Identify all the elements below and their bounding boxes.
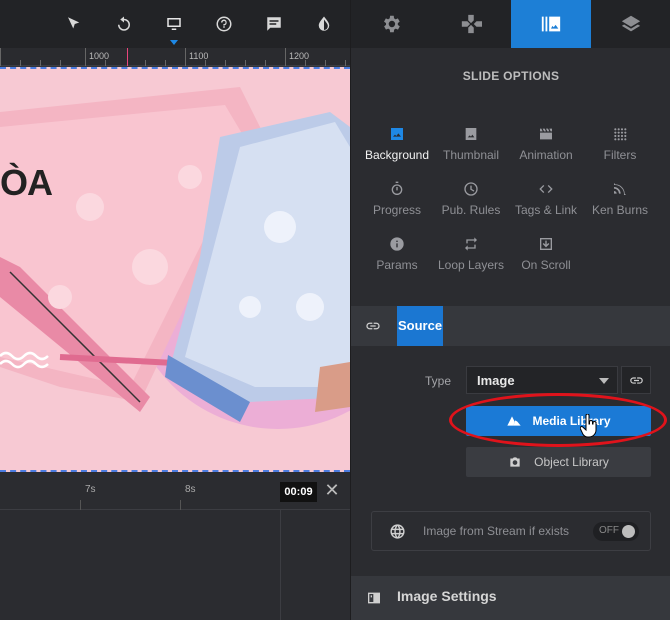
- gear-icon[interactable]: [351, 0, 431, 48]
- link-icon[interactable]: [621, 366, 651, 394]
- option-params[interactable]: Params: [359, 228, 435, 278]
- source-tab-label[interactable]: Source: [397, 306, 444, 346]
- option-pub-rules[interactable]: Pub. Rules: [433, 173, 509, 223]
- product-image: [0, 87, 350, 422]
- type-select[interactable]: Image: [466, 366, 618, 394]
- option-ken-burns[interactable]: Ken Burns: [582, 173, 658, 223]
- gamepad-icon[interactable]: [431, 0, 511, 48]
- source-section-header[interactable]: Source: [351, 306, 670, 346]
- toggle-state: OFF: [599, 525, 619, 536]
- toggle-knob: [622, 525, 635, 538]
- timeline-header: 7s 8s 00:09 ✕: [0, 472, 350, 510]
- camera-icon: [510, 457, 520, 467]
- scroll-icon: [540, 238, 552, 250]
- clock-icon: [464, 182, 478, 196]
- panel-title: SLIDE OPTIONS: [462, 69, 560, 83]
- slide-editor: 1000 1100 1200 ÒA 7s 8s 00:09 ✕: [0, 0, 350, 620]
- current-time-display[interactable]: 00:09: [280, 482, 317, 502]
- object-library-label: Object Library: [534, 455, 609, 469]
- option-label: Params: [376, 258, 418, 272]
- option-label: On Scroll: [521, 258, 571, 272]
- timeline-playhead-line: [280, 510, 281, 620]
- option-label: Filters: [603, 148, 637, 162]
- stream-option: Image from Stream if exists OFF: [371, 511, 651, 551]
- stream-toggle[interactable]: OFF: [593, 522, 639, 541]
- horizontal-ruler: 1000 1100 1200: [0, 48, 350, 66]
- media-library-label: Media Library: [532, 414, 611, 428]
- stopwatch-icon: [391, 181, 403, 195]
- wave-decoration: [0, 351, 49, 369]
- image-icon: [391, 128, 403, 140]
- option-thumbnail[interactable]: Thumbnail: [433, 118, 509, 168]
- editor-toolbar: [0, 0, 350, 48]
- settings-panel-icon: [366, 590, 382, 606]
- undo-icon[interactable]: [112, 12, 136, 36]
- hand-cursor-icon: [580, 414, 597, 438]
- ken-burns-icon: [614, 183, 626, 195]
- loop-icon: [465, 237, 477, 251]
- help-icon[interactable]: [212, 12, 236, 36]
- code-icon: [539, 185, 553, 193]
- close-icon[interactable]: ✕: [322, 480, 342, 500]
- option-label: Loop Layers: [437, 258, 505, 272]
- comment-icon[interactable]: [262, 12, 286, 36]
- timeline-mark: 8s: [185, 484, 196, 495]
- type-select-value: Image: [477, 373, 515, 388]
- active-device-indicator: [170, 40, 178, 45]
- chevron-down-icon: [599, 378, 609, 384]
- canvas-boundary-top: [0, 67, 350, 69]
- slide-library-icon[interactable]: [511, 0, 591, 48]
- option-filters[interactable]: Filters: [582, 118, 658, 168]
- slide-headline[interactable]: ÒA: [0, 162, 53, 204]
- type-label: Type: [425, 374, 452, 388]
- option-animation[interactable]: Animation: [508, 118, 584, 168]
- layers-icon[interactable]: [591, 0, 670, 48]
- media-library-button[interactable]: Media Library: [466, 406, 651, 436]
- option-label: Pub. Rules: [441, 203, 501, 217]
- option-label: Animation: [519, 148, 573, 162]
- timeline-panel: 7s 8s 00:09 ✕: [0, 472, 350, 620]
- clapper-icon: [540, 128, 552, 140]
- sidebar-tabs: [351, 0, 670, 48]
- link-icon: [365, 318, 381, 334]
- option-label: Tags & Link: [514, 203, 578, 217]
- settings-sidebar: SLIDE OPTIONS Background Thumbnail Anima…: [350, 0, 670, 620]
- ruler-mark: 1000: [89, 51, 110, 61]
- option-label: Background: [364, 148, 430, 162]
- option-tags-link[interactable]: Tags & Link: [508, 173, 584, 223]
- desktop-icon[interactable]: [162, 12, 186, 45]
- slide-canvas[interactable]: ÒA: [0, 67, 350, 472]
- thumbnail-icon: [465, 128, 477, 140]
- image-settings-header[interactable]: Image Settings: [351, 576, 670, 620]
- option-label: Thumbnail: [442, 148, 500, 162]
- option-on-scroll[interactable]: On Scroll: [508, 228, 584, 278]
- pointer-icon[interactable]: [62, 12, 86, 36]
- ruler-position-marker: [127, 48, 128, 66]
- option-loop-layers[interactable]: Loop Layers: [433, 228, 509, 278]
- option-progress[interactable]: Progress: [359, 173, 435, 223]
- ruler-mark: 1200: [289, 51, 310, 61]
- globe-icon: [389, 523, 406, 540]
- image-settings-title: Image Settings: [397, 588, 497, 604]
- stream-label: Image from Stream if exists: [423, 524, 570, 538]
- contrast-icon[interactable]: [312, 12, 336, 36]
- info-icon: [390, 237, 404, 251]
- timeline-mark: 7s: [85, 484, 96, 495]
- dots-grid-icon: [614, 128, 627, 141]
- media-library-icon: [507, 416, 522, 426]
- option-label: Ken Burns: [591, 203, 649, 217]
- option-background[interactable]: Background: [359, 118, 435, 168]
- object-library-button[interactable]: Object Library: [466, 447, 651, 477]
- option-label: Progress: [372, 203, 422, 217]
